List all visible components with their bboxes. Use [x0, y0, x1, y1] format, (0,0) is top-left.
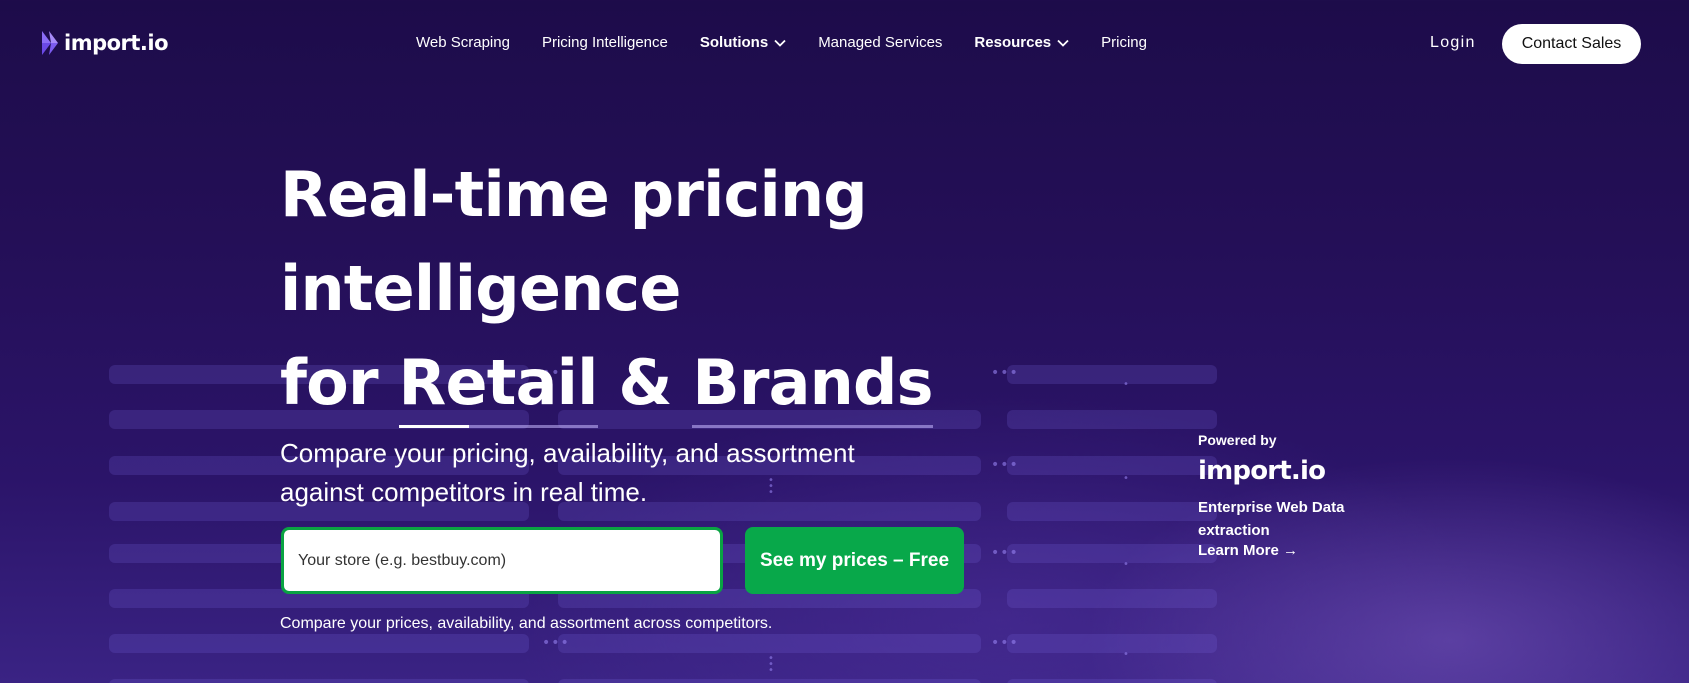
hero-title-for: for [280, 346, 379, 419]
logo-text: import.io [64, 31, 169, 55]
learn-more-link[interactable]: Learn More → [1198, 542, 1398, 559]
powered-by-description: Enterprise Web Data extraction [1198, 499, 1345, 539]
hero-title-line-2: intelligence [280, 252, 681, 325]
hero-title-line-1: Real-time pricing [280, 158, 868, 231]
nav-item-managed-services[interactable]: Managed Services [818, 34, 942, 51]
nav-item-label: Pricing [1101, 34, 1147, 51]
powered-by-logo: import.io [1198, 456, 1326, 486]
nav-item-web-scraping[interactable]: Web Scraping [416, 34, 510, 51]
hero-title-retail: Retail [398, 336, 598, 430]
hero-title-ampersand: & [618, 346, 672, 419]
site-header: import.io Web Scraping Pricing Intellige… [0, 0, 1689, 88]
nav-item-label: Pricing Intelligence [541, 34, 668, 51]
hero-title-brands: Brands [692, 336, 934, 430]
chevron-down-icon [1057, 39, 1069, 47]
chevron-down-icon [774, 39, 786, 47]
hero-subtitle: Compare your pricing, availability, and … [280, 438, 855, 507]
main-nav: Web Scraping Pricing Intelligence Soluti… [416, 34, 1147, 51]
nav-item-label: Solutions [699, 34, 769, 51]
powered-by-card: Powered by import.io Enterprise Web Data… [1198, 432, 1398, 559]
powered-by-label: Powered by [1198, 432, 1277, 448]
store-url-input[interactable] [281, 527, 723, 594]
nav-item-label: Managed Services [818, 34, 943, 51]
import-io-logo-icon [42, 31, 58, 55]
nav-item-label: Resources [974, 34, 1052, 51]
contact-sales-button[interactable]: Contact Sales [1502, 24, 1641, 64]
nav-item-label: Web Scraping [416, 34, 510, 51]
nav-item-resources[interactable]: Resources [974, 34, 1069, 51]
nav-item-solutions[interactable]: Solutions [700, 34, 786, 51]
login-link[interactable]: Login [1430, 34, 1476, 52]
site-logo[interactable]: import.io [40, 30, 169, 56]
hero-title: Real-time pricing intelligence for Retai… [280, 148, 1180, 430]
hero-title-line-3: for Retail & Brands [280, 336, 1180, 430]
see-my-prices-button[interactable]: See my prices – Free [745, 527, 964, 594]
nav-item-pricing-intelligence[interactable]: Pricing Intelligence [542, 34, 668, 51]
nav-item-pricing[interactable]: Pricing [1101, 34, 1147, 51]
hero-note: Compare your prices, availability, and a… [280, 615, 773, 632]
